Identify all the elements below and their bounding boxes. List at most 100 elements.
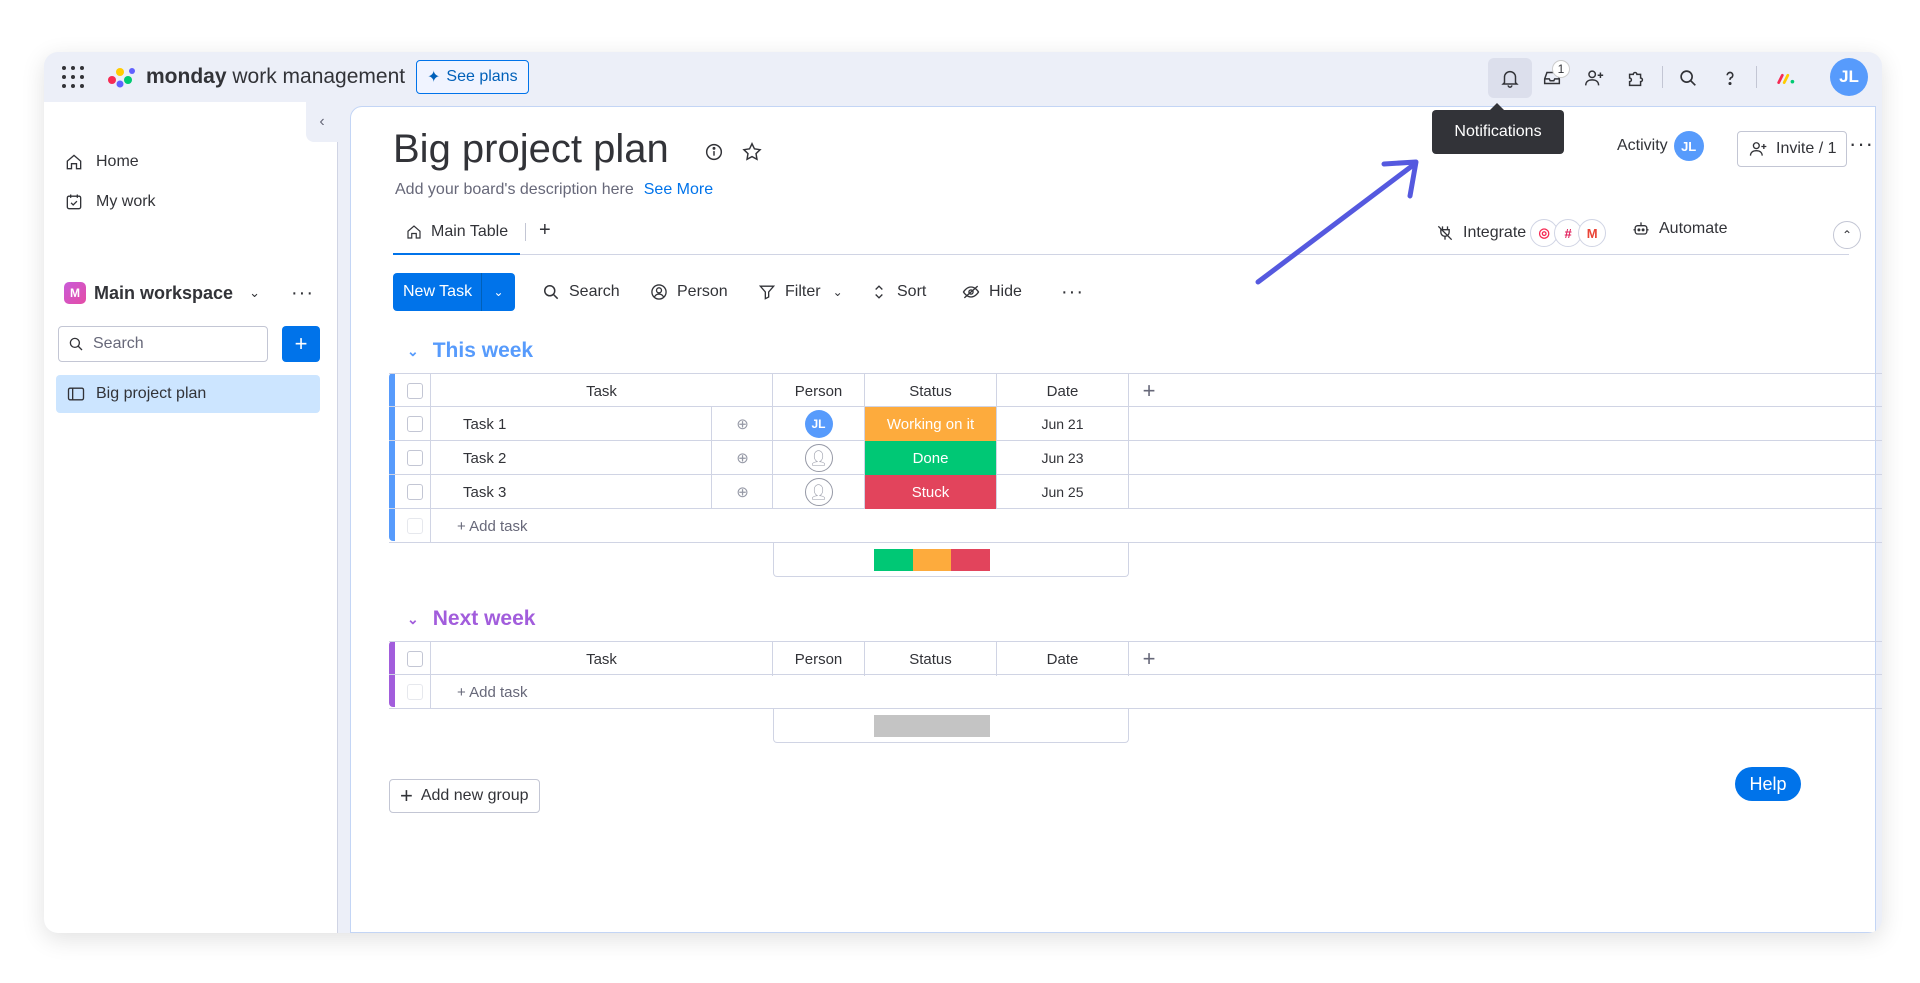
sidebar-item-board[interactable]: Big project plan (56, 375, 320, 413)
add-task-row[interactable]: + Add task (389, 509, 1882, 543)
column-header-person[interactable]: Person (773, 374, 865, 408)
person-filter-button[interactable]: Person (649, 273, 728, 311)
activity-button[interactable]: Activity JL (1617, 131, 1704, 161)
sparkle-icon: ✦ (427, 69, 441, 86)
date-cell[interactable]: Jun 23 (997, 441, 1129, 475)
brand-logo[interactable]: monday work management (106, 64, 405, 90)
empty-person-icon: 👤︎ (804, 478, 833, 506)
star-icon[interactable] (741, 141, 763, 163)
chevron-down-icon[interactable]: ⌄ (407, 343, 419, 360)
table-row[interactable]: Task 2 ⊕ 👤︎ Done Jun 23 (389, 441, 1882, 475)
add-task-row[interactable]: + Add task (389, 675, 1882, 709)
summary-done-segment (874, 549, 913, 571)
task-cell[interactable]: Task 1 ⊕ (431, 407, 773, 441)
see-plans-button[interactable]: ✦ See plans (416, 60, 529, 94)
add-update-icon[interactable]: ⊕ (711, 475, 773, 509)
toolbar-more-icon[interactable]: ··· (1061, 273, 1084, 311)
apps-grid-icon[interactable] (62, 66, 84, 88)
table-header-row: Task Person Status Date + (389, 641, 1882, 676)
board-more-icon[interactable]: ··· (1849, 131, 1874, 157)
user-avatar[interactable]: JL (1830, 58, 1868, 96)
workspace-selector[interactable]: M Main workspace ⌄ ··· (64, 282, 314, 304)
search-toolbar-button[interactable]: Search (541, 273, 620, 311)
collapse-header-button[interactable]: ⌃ (1833, 221, 1861, 249)
checkbox[interactable] (407, 484, 423, 500)
row-select-cell[interactable] (395, 407, 431, 441)
person-cell[interactable]: JL (773, 407, 865, 441)
new-task-button[interactable]: New Task ⌄ (393, 273, 515, 311)
inbox-button[interactable]: 1 (1530, 58, 1574, 98)
chevron-down-icon[interactable]: ⌄ (407, 611, 419, 628)
add-column-button[interactable]: + (1129, 374, 1169, 408)
status-summary-bar[interactable] (874, 549, 990, 571)
apps-marketplace-button[interactable] (1614, 58, 1658, 98)
task-name[interactable]: Task 1 (463, 407, 506, 441)
column-header-task[interactable]: Task (431, 642, 773, 676)
add-column-button[interactable]: + (1129, 642, 1169, 676)
checkbox[interactable] (407, 651, 423, 667)
help-button[interactable]: Help (1735, 767, 1801, 801)
add-update-icon[interactable]: ⊕ (711, 441, 773, 475)
sort-button[interactable]: Sort (869, 273, 926, 311)
column-header-date[interactable]: Date (997, 374, 1129, 408)
chevron-down-icon[interactable]: ⌄ (481, 273, 515, 311)
tab-main-table[interactable]: Main Table (393, 211, 521, 255)
status-cell[interactable]: Working on it (865, 407, 997, 441)
date-cell[interactable]: Jun 21 (997, 407, 1129, 441)
row-select-cell[interactable] (395, 475, 431, 509)
checkbox[interactable] (407, 416, 423, 432)
task-name[interactable]: Task 2 (463, 441, 506, 475)
info-icon[interactable] (703, 141, 725, 163)
select-all-cell[interactable] (395, 374, 431, 408)
search-button[interactable] (1666, 58, 1710, 98)
column-header-task[interactable]: Task (431, 374, 773, 408)
column-header-status[interactable]: Status (865, 374, 997, 408)
workspace-more-icon[interactable]: ··· (291, 282, 314, 305)
select-all-cell[interactable] (395, 642, 431, 676)
column-header-date[interactable]: Date (997, 642, 1129, 676)
sidebar-search-input[interactable]: Search (58, 326, 268, 362)
add-task-input[interactable]: + Add task (457, 509, 527, 543)
table-row[interactable]: Task 1 ⊕ JL Working on it Jun 21 (389, 407, 1882, 441)
checkbox[interactable] (407, 383, 423, 399)
group-title-this-week[interactable]: ⌄ This week (407, 339, 533, 363)
task-cell[interactable]: Task 2 ⊕ (431, 441, 773, 475)
column-header-person[interactable]: Person (773, 642, 865, 676)
help-menu-button[interactable] (1708, 58, 1752, 98)
column-header-status[interactable]: Status (865, 642, 997, 676)
sidebar-item-home[interactable]: Home (64, 152, 139, 172)
row-select-cell[interactable] (395, 441, 431, 475)
integrate-button[interactable]: Integrate ◎ # M (1435, 219, 1607, 247)
add-new-group-button[interactable]: + Add new group (389, 779, 540, 813)
puzzle-icon (1628, 71, 1644, 87)
table-row[interactable]: Task 3 ⊕ 👤︎ Stuck Jun 25 (389, 475, 1882, 509)
invite-button[interactable]: Invite / 1 (1737, 131, 1848, 167)
group-table-next-week: Task Person Status Date + + Add task (389, 641, 1882, 745)
task-name[interactable]: Task 3 (463, 475, 506, 509)
person-cell[interactable]: 👤︎ (773, 475, 865, 509)
status-summary-bar[interactable] (874, 715, 990, 737)
collapse-sidebar-button[interactable]: ‹ (306, 102, 338, 142)
monday-products-button[interactable] (1764, 58, 1808, 98)
status-cell[interactable]: Done (865, 441, 997, 475)
date-cell[interactable]: Jun 25 (997, 475, 1129, 509)
sidebar-item-my-work[interactable]: My work (64, 192, 156, 212)
notifications-button[interactable] (1488, 58, 1532, 98)
hide-button[interactable]: Hide (961, 273, 1022, 311)
add-view-button[interactable]: + (539, 219, 551, 242)
status-cell[interactable]: Stuck (865, 475, 997, 509)
automate-button[interactable]: Automate (1631, 219, 1727, 239)
board-description[interactable]: Add your board's description here See Mor… (395, 181, 713, 199)
workspace-icon: M (64, 282, 86, 304)
task-cell[interactable]: Task 3 ⊕ (431, 475, 773, 509)
add-update-icon[interactable]: ⊕ (711, 407, 773, 441)
add-item-button[interactable]: + (282, 326, 320, 362)
person-cell[interactable]: 👤︎ (773, 441, 865, 475)
checkbox[interactable] (407, 450, 423, 466)
see-more-link[interactable]: See More (644, 181, 713, 198)
filter-button[interactable]: Filter ⌄ (757, 273, 843, 311)
group-title-next-week[interactable]: ⌄ Next week (407, 607, 535, 631)
invite-members-button[interactable] (1572, 58, 1616, 98)
add-task-input[interactable]: + Add task (457, 675, 527, 709)
board-title[interactable]: Big project plan (393, 127, 669, 172)
